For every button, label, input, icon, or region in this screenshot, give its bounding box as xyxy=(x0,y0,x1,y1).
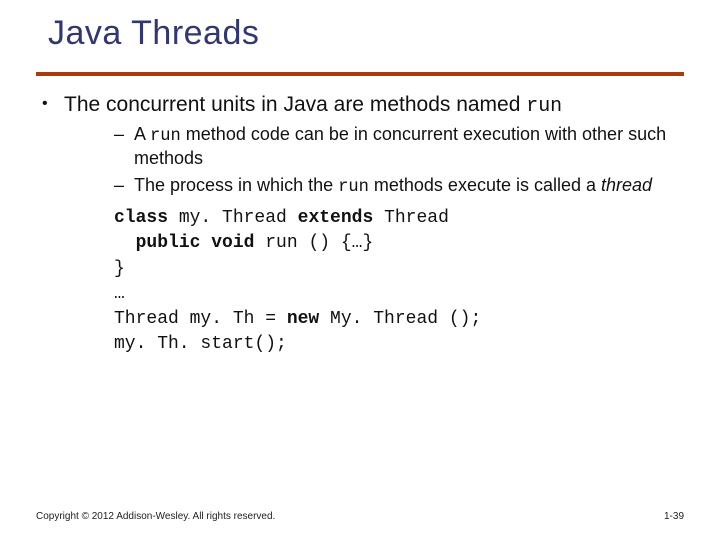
page-number: 1-39 xyxy=(664,511,684,522)
code-block: class my. Thread extends Thread public v… xyxy=(114,206,684,357)
bullet1-text-a: The concurrent units in Java are methods… xyxy=(64,93,526,116)
code-l5c: My. Thread (); xyxy=(319,309,481,329)
code-l5a: Thread my. Th = xyxy=(114,309,287,329)
sub1-c: method code can be in concurrent executi… xyxy=(134,124,666,168)
code-indent xyxy=(114,233,136,253)
slide-title: Java Threads xyxy=(48,14,259,53)
bullet-level2: The process in which the run methods exe… xyxy=(64,174,684,198)
sub1-a: A xyxy=(134,124,150,144)
bullet-level1: The concurrent units in Java are methods… xyxy=(36,92,684,357)
bullet-level2: A run method code can be in concurrent e… xyxy=(64,123,684,170)
sub2-c: methods execute is called a xyxy=(369,175,601,195)
sublist: A run method code can be in concurrent e… xyxy=(64,123,684,198)
sub2-a: The process in which the xyxy=(134,175,338,195)
code-l6: my. Th. start(); xyxy=(114,334,287,354)
sub2-thread: thread xyxy=(601,175,652,195)
sub2-code: run xyxy=(338,178,369,197)
slide-body: The concurrent units in Java are methods… xyxy=(36,92,684,363)
title-rule xyxy=(36,72,684,76)
kw-extends: extends xyxy=(298,208,374,228)
bullet1-code: run xyxy=(526,94,562,117)
code-l1d: Thread xyxy=(373,208,449,228)
kw-public-void: public void xyxy=(136,233,255,253)
kw-new: new xyxy=(287,309,319,329)
kw-class: class xyxy=(114,208,168,228)
code-l3: } xyxy=(114,259,125,279)
copyright-footer: Copyright © 2012 Addison-Wesley. All rig… xyxy=(36,511,275,522)
code-l4: … xyxy=(114,284,125,304)
sub1-code: run xyxy=(150,127,181,146)
slide: Java Threads The concurrent units in Jav… xyxy=(0,0,720,540)
code-l1b: my. Thread xyxy=(168,208,298,228)
code-l2c: run () {…} xyxy=(254,233,373,253)
